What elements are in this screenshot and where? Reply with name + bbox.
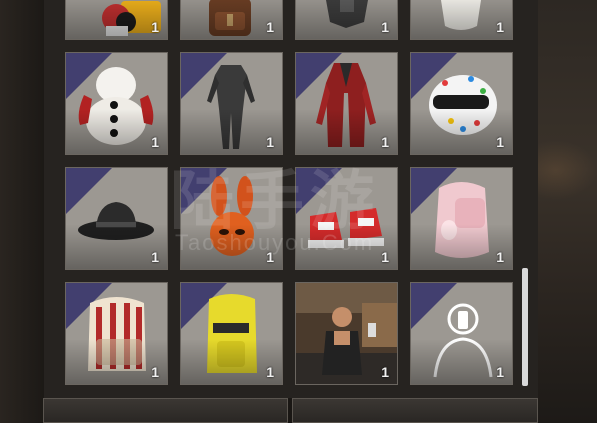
item-slot-backpack-brown[interactable]: 1: [180, 0, 283, 40]
item-quantity: 1: [266, 249, 274, 265]
item-slot-barista-emote[interactable]: 1: [295, 282, 398, 385]
item-slot-sneakers[interactable]: 1: [295, 167, 398, 270]
item-quantity: 1: [266, 19, 274, 35]
item-quantity: 1: [496, 364, 504, 380]
item-quantity: 1: [496, 134, 504, 150]
bottom-tab-left[interactable]: [43, 398, 288, 423]
item-slot-red-long-coat[interactable]: 1: [295, 52, 398, 155]
item-quantity: 1: [381, 134, 389, 150]
item-slot-pink-backpack[interactable]: 1: [410, 167, 513, 270]
item-quantity: 1: [381, 249, 389, 265]
item-slot-snowman-costume[interactable]: 1: [65, 52, 168, 155]
item-slot-bunny-mask[interactable]: 1: [180, 167, 283, 270]
item-slot-black-hat[interactable]: 1: [65, 167, 168, 270]
item-slot-armor[interactable]: 1: [295, 0, 398, 40]
item-quantity: 1: [266, 134, 274, 150]
item-slot-confetti-helmet[interactable]: 1: [410, 52, 513, 155]
bottom-tab-right[interactable]: [292, 398, 538, 423]
item-slot-yellow-backpack[interactable]: 1: [180, 282, 283, 385]
item-slot-selfie-emote[interactable]: 1: [410, 282, 513, 385]
scrollbar[interactable]: [522, 268, 528, 386]
item-quantity: 1: [151, 364, 159, 380]
background-left: [0, 0, 44, 423]
item-quantity: 1: [496, 249, 504, 265]
item-slot-costume[interactable]: 1: [65, 0, 168, 40]
item-quantity: 1: [151, 134, 159, 150]
item-quantity: 1: [496, 19, 504, 35]
background-right: [538, 0, 597, 423]
item-slot-striped-backpack[interactable]: 1: [65, 282, 168, 385]
item-slot-dark-bodysuit[interactable]: 1: [180, 52, 283, 155]
item-quantity: 1: [151, 19, 159, 35]
item-quantity: 1: [151, 249, 159, 265]
item-slot-white-item[interactable]: 1: [410, 0, 513, 40]
item-quantity: 1: [381, 19, 389, 35]
item-quantity: 1: [381, 364, 389, 380]
item-quantity: 1: [266, 364, 274, 380]
